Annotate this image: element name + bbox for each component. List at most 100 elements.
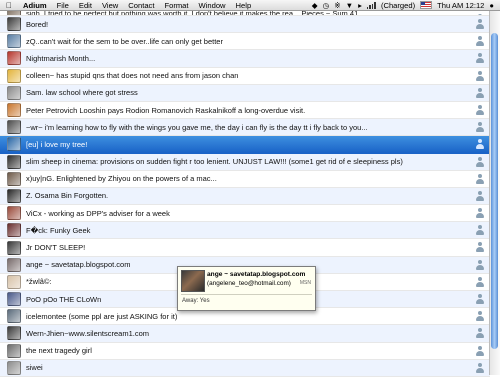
contact-row[interactable]: Wern-Jhien~www.silentscream1.com xyxy=(0,325,490,343)
menu-window[interactable]: Window xyxy=(194,1,231,10)
contact-avatar xyxy=(7,223,21,238)
contact-row[interactable]: slim sheep in cinema: provisions on sudd… xyxy=(0,153,490,171)
person-icon xyxy=(475,294,484,305)
contact-row[interactable]: ~wr~ i'm learning how to fly with the wi… xyxy=(0,119,490,137)
menu-bar:  Adium File Edit View Contact Format Wi… xyxy=(0,0,500,11)
person-icon xyxy=(475,208,484,219)
person-icon xyxy=(475,139,484,150)
contact-avatar xyxy=(7,292,21,307)
contact-status-message: Wern-Jhien~www.silentscream1.com xyxy=(26,328,150,338)
us-flag-icon[interactable] xyxy=(420,1,433,9)
contact-avatar xyxy=(7,343,21,358)
scrollbar-thumb[interactable] xyxy=(491,33,498,349)
contact-status-message: Peter Petrovich Looshin pays Rodion Roma… xyxy=(26,105,306,115)
contact-avatar xyxy=(7,85,21,100)
contact-avatar xyxy=(7,34,21,49)
contact-avatar xyxy=(7,206,21,221)
menu-view[interactable]: View xyxy=(97,1,123,10)
contact-list: sigh, I tried to be perfect but nothing … xyxy=(0,11,490,377)
contact-avatar xyxy=(7,360,21,375)
tooltip-buddy-photo xyxy=(181,270,205,292)
menu-format[interactable]: Format xyxy=(159,1,193,10)
spotlight-icon[interactable]: ● xyxy=(489,1,494,10)
contact-row[interactable]: zQ..can't wait for the sem to be over..l… xyxy=(0,33,490,51)
contact-row[interactable]: siwei xyxy=(0,359,490,377)
person-icon xyxy=(475,242,484,253)
person-icon xyxy=(475,345,484,357)
volume-icon[interactable]: ▸ xyxy=(358,1,362,10)
contact-status-message: the next tragedy girl xyxy=(26,346,92,356)
menu-help[interactable]: Help xyxy=(231,1,257,10)
contact-row[interactable]: the next tragedy girl xyxy=(0,343,490,360)
contact-avatar xyxy=(7,274,21,289)
contact-avatar xyxy=(7,137,21,152)
menu-app-adium[interactable]: Adium xyxy=(18,1,52,10)
person-icon xyxy=(475,311,484,322)
contact-status-message: x)uy|nG. Enlightened by Zhiyou on the po… xyxy=(26,174,217,184)
clock[interactable]: Thu AM 12:12 xyxy=(437,1,484,10)
person-icon xyxy=(475,70,484,82)
status-area: ◆ ◷ ※ ▼ ▸ (Charged) Thu AM 12:12 ● xyxy=(307,1,500,10)
adium-duck-icon[interactable]: ◆ xyxy=(312,1,318,10)
contact-list-window: sigh, I tried to be perfect but nothing … xyxy=(0,11,500,377)
person-icon xyxy=(475,19,484,30)
contact-row[interactable]: F�ck: Funky Geek xyxy=(0,222,490,240)
contact-status-message: siwei xyxy=(26,363,43,373)
person-icon xyxy=(475,87,484,99)
contact-avatar xyxy=(7,309,21,324)
contact-avatar xyxy=(7,326,21,341)
contact-row[interactable]: Bored! xyxy=(0,16,490,34)
contact-avatar xyxy=(7,17,21,32)
clock-icon[interactable]: ◷ xyxy=(323,1,330,10)
contact-status-message: ~wr~ i'm learning how to fly with the wi… xyxy=(26,122,368,132)
tooltip-away-status: Away: Yes xyxy=(182,298,210,304)
person-icon xyxy=(475,276,484,288)
menu-file[interactable]: File xyxy=(52,1,74,10)
contact-row[interactable]: colleen~ has stupid qns that does not ne… xyxy=(0,68,490,85)
contact-avatar xyxy=(7,103,21,118)
contact-row[interactable]: [eu] i love my tree! xyxy=(0,136,490,154)
apple-menu-icon[interactable]:  xyxy=(0,1,18,10)
person-icon xyxy=(475,156,484,168)
contact-status-message: Jr DON'T SLEEP! xyxy=(26,243,86,253)
person-icon xyxy=(475,173,484,185)
contact-avatar xyxy=(7,154,21,169)
signal-bars-icon xyxy=(366,1,376,9)
person-icon xyxy=(475,122,484,133)
tooltip-divider xyxy=(181,294,312,295)
menu-edit[interactable]: Edit xyxy=(74,1,97,10)
tooltip-service: MSN xyxy=(299,280,311,286)
scrollbar[interactable] xyxy=(489,11,500,375)
contact-status-message: Z. Osama Bin Forgotten. xyxy=(26,191,109,201)
contact-tooltip: ange ~ savetatap.blogspot.com (angelene_… xyxy=(177,266,316,311)
battery-status[interactable]: (Charged) xyxy=(381,1,415,10)
contact-avatar xyxy=(7,257,21,272)
contact-row[interactable]: Sam. law school where got stress xyxy=(0,84,490,102)
contact-row[interactable]: ViCx - working as DPP's adviser for a we… xyxy=(0,205,490,223)
contact-avatar xyxy=(7,240,21,255)
contact-status-message: Sam. law school where got stress xyxy=(26,88,138,98)
contact-avatar xyxy=(7,188,21,203)
contact-row[interactable]: Jr DON'T SLEEP! xyxy=(0,239,490,257)
contact-status-message: Bored! xyxy=(26,19,49,29)
person-icon xyxy=(475,36,484,47)
contact-row[interactable]: x)uy|nG. Enlightened by Zhiyou on the po… xyxy=(0,171,490,188)
person-icon xyxy=(475,259,484,271)
person-icon xyxy=(475,104,484,116)
tooltip-email: (angelene_teo@hotmail.com) xyxy=(207,280,291,287)
contact-status-message: Nightmarish Month... xyxy=(26,53,96,63)
person-icon xyxy=(475,190,484,202)
bluetooth-icon[interactable]: ※ xyxy=(334,1,340,10)
contact-row[interactable]: Peter Petrovich Looshin pays Rodion Roma… xyxy=(0,102,490,120)
person-icon xyxy=(475,53,484,64)
contact-status-message: [eu] i love my tree! xyxy=(26,139,88,149)
contact-avatar xyxy=(7,68,21,83)
contact-avatar xyxy=(7,120,21,135)
contact-row[interactable]: Nightmarish Month... xyxy=(0,50,490,68)
contact-status-message: slim sheep in cinema: provisions on sudd… xyxy=(26,157,403,167)
contact-row[interactable]: Z. Osama Bin Forgotten. xyxy=(0,187,490,206)
wifi-icon[interactable]: ▼ xyxy=(346,1,354,10)
menu-contact[interactable]: Contact xyxy=(123,1,159,10)
contact-status-message: F�ck: Funky Geek xyxy=(26,225,91,235)
menu-items: Adium File Edit View Contact Format Wind… xyxy=(18,1,256,10)
